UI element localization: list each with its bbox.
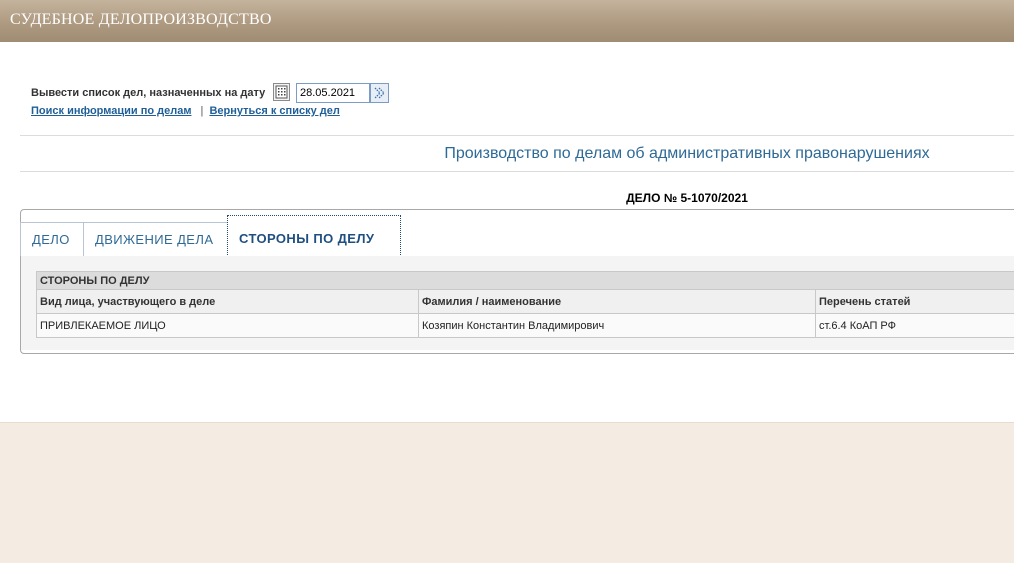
show-list-button[interactable] <box>370 83 389 103</box>
divider <box>20 171 1014 172</box>
party-type-cell: ПРИВЛЕКАЕМОЕ ЛИЦО <box>37 314 419 338</box>
top-header-bar: СУДЕБНОЕ ДЕЛОПРОИЗВОДСТВО <box>0 0 1014 42</box>
table-caption-row: СТОРОНЫ ПО ДЕЛУ <box>37 272 1014 290</box>
divider <box>20 135 1014 136</box>
double-chevron-right-icon <box>371 84 388 102</box>
tab-parties[interactable]: СТОРОНЫ ПО ДЕЛУ <box>227 215 401 257</box>
column-header: Перечень статей <box>816 290 1014 314</box>
link-separator: | <box>201 105 204 117</box>
tab-case-movement[interactable]: ДВИЖЕНИЕ ДЕЛА <box>83 222 228 256</box>
articles-cell: ст.6.4 КоАП РФ <box>816 314 1014 338</box>
parties-table: СТОРОНЫ ПО ДЕЛУ Вид лица, участвующего в… <box>36 271 1014 338</box>
calendar-icon <box>274 84 289 100</box>
calendar-button[interactable] <box>273 83 290 101</box>
date-input[interactable] <box>296 83 370 103</box>
page-footer <box>0 422 1014 563</box>
navigation-links: Поиск информации по делам | Вернуться к … <box>31 105 340 117</box>
case-number: ДЕЛО № 5-1070/2021 <box>0 191 1014 205</box>
tab-case[interactable]: ДЕЛО <box>20 222 84 256</box>
back-to-list-link[interactable]: Вернуться к списку дел <box>209 105 339 117</box>
date-filter-label: Вывести список дел, назначенных на дату <box>31 87 265 99</box>
party-name-cell: Козяпин Константин Владимирович <box>419 314 816 338</box>
column-header: Фамилия / наименование <box>419 290 816 314</box>
table-row: ПРИВЛЕКАЕМОЕ ЛИЦО Козяпин Константин Вла… <box>37 314 1014 338</box>
section-title: Производство по делам об административны… <box>0 145 1014 163</box>
search-cases-link[interactable]: Поиск информации по делам <box>31 105 191 117</box>
table-header-row: Вид лица, участвующего в деле Фамилия / … <box>37 290 1014 314</box>
table-caption: СТОРОНЫ ПО ДЕЛУ <box>37 272 1014 290</box>
column-header: Вид лица, участвующего в деле <box>37 290 419 314</box>
app-title: СУДЕБНОЕ ДЕЛОПРОИЗВОДСТВО <box>10 11 272 29</box>
